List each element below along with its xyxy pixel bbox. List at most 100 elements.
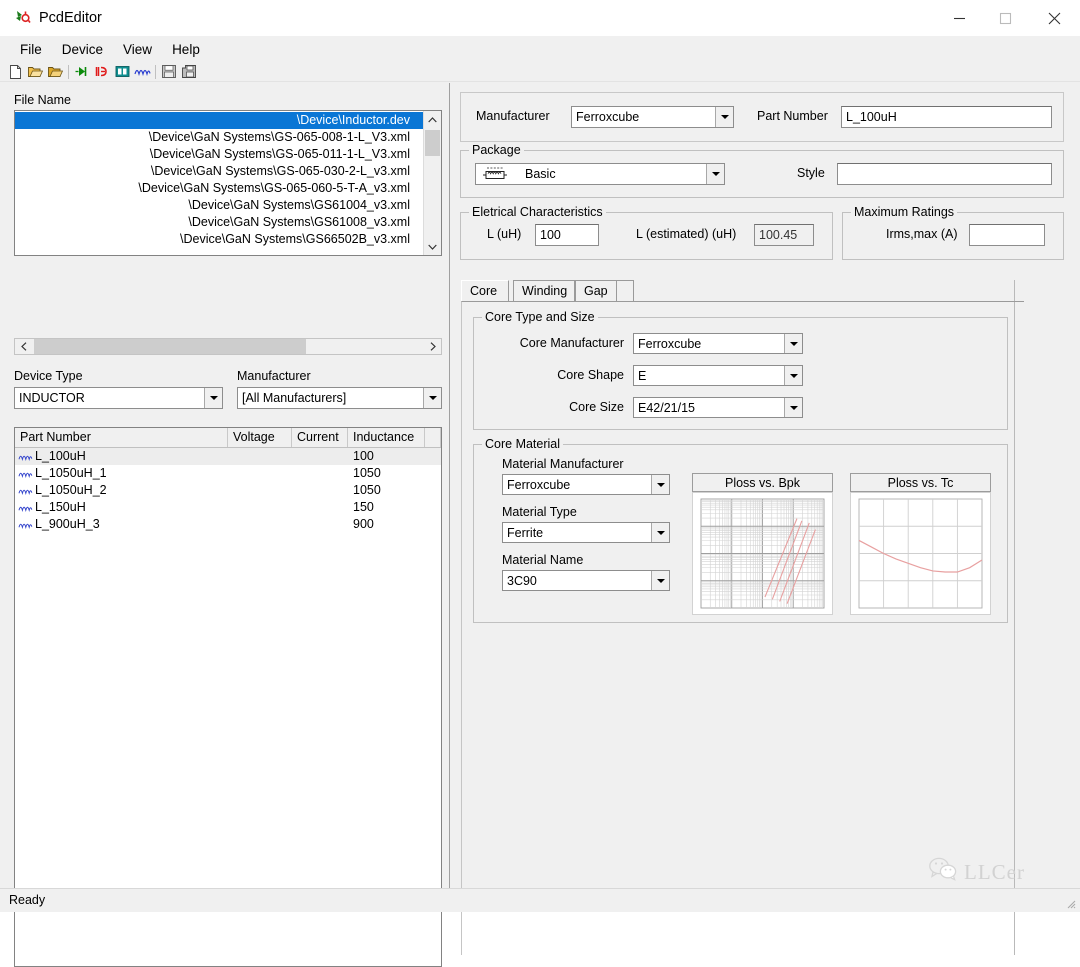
file-list-item[interactable]: \Device\GaN Systems\GS-065-008-1-L_V3.xm…: [15, 129, 423, 146]
ploss-vs-bpk-button[interactable]: Ploss vs. Bpk: [692, 473, 833, 492]
file-list-item[interactable]: \Device\Inductor.dev: [15, 112, 423, 129]
manufacturer-combo[interactable]: Ferroxcube: [571, 106, 734, 128]
style-input[interactable]: [837, 163, 1052, 185]
open-folder-icon[interactable]: [45, 63, 65, 81]
menu-item-view[interactable]: View: [114, 39, 161, 60]
package-combo[interactable]: Basic: [475, 163, 725, 185]
add-transistor-icon[interactable]: [92, 63, 112, 81]
cell-inductance: 1050: [353, 483, 381, 497]
chevron-down-icon[interactable]: [651, 523, 669, 542]
tab-winding[interactable]: Winding: [513, 280, 575, 302]
file-list-item[interactable]: \Device\GaN Systems\GS-065-030-2-L_v3.xm…: [15, 163, 423, 180]
file-list[interactable]: \Device\Inductor.dev \Device\GaN Systems\…: [15, 111, 423, 255]
inductor-package-icon: [479, 166, 511, 182]
scroll-left-icon[interactable]: [15, 339, 32, 354]
hscroll-track[interactable]: [32, 339, 424, 354]
core-shape-combo[interactable]: E: [633, 365, 803, 386]
part-number-text: L_1050uH_2: [35, 483, 107, 497]
status-bar: Ready: [0, 888, 1080, 912]
file-list-box[interactable]: \Device\Inductor.dev \Device\GaN Systems\…: [14, 110, 442, 256]
cell-part-number: L_100uH: [15, 448, 228, 465]
add-inductor-icon[interactable]: [132, 63, 152, 81]
table-row[interactable]: L_900uH_3 900: [15, 516, 441, 533]
wechat-icon: [928, 857, 958, 887]
core-size-combo[interactable]: E42/21/15: [633, 397, 803, 418]
chevron-down-icon[interactable]: [784, 334, 802, 353]
file-list-vertical-scrollbar[interactable]: [423, 111, 441, 255]
tab-core[interactable]: Core: [461, 280, 509, 302]
table-row[interactable]: L_100uH 100: [15, 448, 441, 465]
device-type-combo[interactable]: INDUCTOR: [14, 387, 223, 409]
table-row[interactable]: L_150uH 150: [15, 499, 441, 516]
toolbar-separator-2: [155, 64, 156, 79]
parts-table-body[interactable]: L_100uH 100 L_1050uH_1 1050 L_1050uH_2 1050 L_…: [15, 448, 441, 533]
tab-strip: Core Winding Gap: [461, 280, 1021, 302]
core-size-value: E42/21/15: [638, 400, 695, 415]
menu-item-file[interactable]: File: [11, 39, 51, 60]
chevron-down-icon[interactable]: [651, 475, 669, 494]
material-name-combo[interactable]: 3C90: [502, 570, 670, 591]
table-row[interactable]: L_1050uH_2 1050: [15, 482, 441, 499]
manufacturer-filter-combo[interactable]: [All Manufacturers]: [237, 387, 442, 409]
app-pcd-icon: [14, 9, 31, 26]
material-manufacturer-combo[interactable]: Ferroxcube: [502, 474, 670, 495]
scrollbar-thumb[interactable]: [425, 130, 440, 156]
inductance-input[interactable]: 100: [535, 224, 599, 246]
chevron-down-icon[interactable]: [715, 107, 733, 127]
menu-item-device[interactable]: Device: [53, 39, 112, 60]
chevron-down-icon[interactable]: [423, 388, 441, 408]
close-icon[interactable]: [1028, 0, 1080, 36]
maximum-ratings-title: Maximum Ratings: [851, 205, 958, 219]
file-list-item[interactable]: \Device\GaN Systems\GS-065-011-1-L_V3.xm…: [15, 146, 423, 163]
scroll-up-icon[interactable]: [424, 111, 441, 128]
ploss-vs-bpk-plot[interactable]: [692, 492, 833, 615]
table-row[interactable]: L_1050uH_1 1050: [15, 465, 441, 482]
material-type-combo[interactable]: Ferrite: [502, 522, 670, 543]
menu-item-help[interactable]: Help: [163, 39, 209, 60]
chevron-down-icon[interactable]: [784, 366, 802, 385]
chevron-down-icon[interactable]: [784, 398, 802, 417]
cell-inductance: 900: [353, 517, 374, 531]
hscroll-thumb[interactable]: [34, 339, 306, 354]
resize-grip-icon[interactable]: [1064, 897, 1076, 909]
file-list-item[interactable]: \Device\GaN Systems\GS-065-060-5-T-A_v3.…: [15, 180, 423, 197]
package-group-title: Package: [469, 143, 524, 157]
chevron-down-icon[interactable]: [706, 164, 724, 184]
add-diode-icon[interactable]: [72, 63, 92, 81]
open-file-icon[interactable]: [25, 63, 45, 81]
new-file-icon[interactable]: [5, 63, 25, 81]
chevron-down-icon[interactable]: [651, 571, 669, 590]
inductance-estimated-value: 100.45: [754, 224, 814, 246]
left-pane: File Name \Device\Inductor.dev \Device\Ga…: [0, 83, 450, 967]
scroll-down-icon[interactable]: [424, 238, 441, 255]
file-list-item[interactable]: \Device\GaN Systems\GS66502B_v3.xml: [15, 231, 423, 248]
parts-table-column-header[interactable]: Part Number: [15, 428, 228, 447]
save-as-icon[interactable]: [179, 63, 199, 81]
chevron-down-icon[interactable]: [204, 388, 222, 408]
style-label: Style: [797, 166, 825, 180]
maximize-icon[interactable]: [982, 0, 1028, 36]
package-group: Package Basic Style: [460, 143, 1064, 198]
ploss-vs-tc-button[interactable]: Ploss vs. Tc: [850, 473, 991, 492]
file-list-item[interactable]: \Device\GaN Systems\GS61004_v3.xml: [15, 197, 423, 214]
ploss-vs-tc-plot[interactable]: [850, 492, 991, 615]
file-list-horizontal-scrollbar[interactable]: [14, 338, 442, 355]
core-shape-label: Core Shape: [557, 368, 624, 382]
parts-table-column-header[interactable]: Inductance: [348, 428, 425, 447]
material-manufacturer-value: Ferroxcube: [507, 477, 571, 492]
toolbar: [0, 62, 1080, 82]
core-manufacturer-combo[interactable]: Ferroxcube: [633, 333, 803, 354]
file-list-item[interactable]: \Device\GaN Systems\GS61008_v3.xml: [15, 214, 423, 231]
parts-table[interactable]: Part Number Voltage Current Inductance L_10…: [14, 427, 442, 967]
parts-table-column-header[interactable]: Current: [292, 428, 348, 447]
irms-max-input[interactable]: [969, 224, 1045, 246]
core-material-group: Core Material Material Manufacturer Ferr…: [473, 437, 1008, 623]
minimize-icon[interactable]: [936, 0, 982, 36]
add-transformer-icon[interactable]: [112, 63, 132, 81]
part-number-input[interactable]: L_100uH: [841, 106, 1052, 128]
parts-table-column-header[interactable]: Voltage: [228, 428, 292, 447]
parts-table-column-header[interactable]: [425, 428, 441, 447]
tab-gap[interactable]: Gap: [575, 280, 617, 302]
scroll-right-icon[interactable]: [424, 339, 441, 354]
save-icon[interactable]: [159, 63, 179, 81]
